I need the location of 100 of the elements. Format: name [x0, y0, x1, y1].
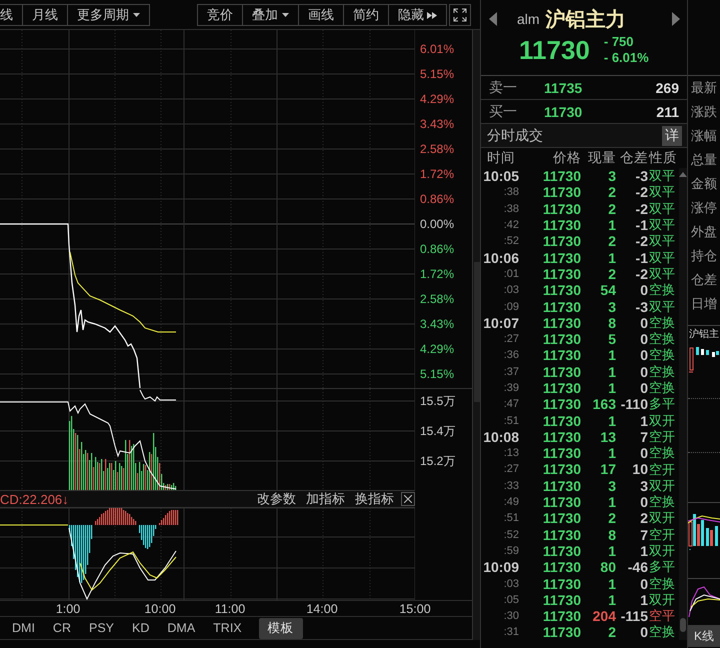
order-volume: 269 [656, 80, 679, 96]
indicator-tab[interactable]: 模板 [258, 618, 303, 638]
trade-nature: 空平 [648, 607, 676, 625]
caret-icon [282, 13, 289, 17]
trade-price: 11730 [542, 233, 581, 250]
trade-volume: 1 [607, 250, 616, 266]
column-header: 性质 [648, 149, 677, 167]
order-level-label: 买一 [489, 102, 518, 120]
trade-time: :52 [502, 235, 520, 248]
trade-volume: 1 [607, 576, 616, 592]
indicator-action-link[interactable]: 改参数 [257, 490, 296, 508]
close-icon [404, 495, 412, 503]
trade-volume: 2 [607, 624, 616, 640]
trade-volume: 2 [607, 184, 616, 200]
indicator-tab[interactable]: PSY [80, 619, 123, 637]
trade-nature: 双平 [648, 298, 676, 316]
field-label: 金额 [690, 175, 718, 193]
trade-volume: 17 [599, 461, 616, 478]
toolbar-button[interactable]: 更多周期 [68, 4, 150, 26]
toolbar-button[interactable]: 竞价 [197, 4, 243, 26]
trade-nature: 双平 [648, 167, 676, 186]
indicator-tab[interactable]: DMI [3, 619, 44, 637]
indicator-tab[interactable]: TRIX [204, 619, 251, 637]
trade-nature: 空换 [648, 330, 676, 348]
trade-price: 11730 [542, 624, 581, 640]
axis-label: 2.58% [420, 140, 456, 158]
trade-price: 11730 [542, 445, 581, 462]
order-price: 11735 [544, 80, 584, 96]
toolbar-button[interactable]: 叠加 [243, 4, 299, 26]
axis-label: 2.58% [420, 290, 456, 308]
axis-label: 6.01% [420, 40, 456, 58]
trade-price: 11730 [542, 184, 581, 200]
scroll-thumb[interactable] [680, 618, 686, 632]
trade-time: :09 [502, 300, 520, 313]
trade-nature: 空开 [648, 526, 676, 544]
trade-volume: 163 [592, 396, 616, 412]
fullscreen-button[interactable] [449, 4, 471, 26]
trade-price: 11730 [542, 542, 581, 559]
trade-volume: 204 [592, 608, 616, 624]
indicator-tab[interactable]: DMA [158, 619, 204, 637]
field-label: 总量 [690, 151, 718, 169]
trade-volume: 1 [607, 347, 616, 364]
contract-code: alm [517, 11, 540, 27]
open-interest-change: 0 [639, 576, 648, 592]
trade-volume: 8 [607, 526, 616, 543]
axis-label: 5.15% [420, 366, 456, 382]
indicator-tab[interactable]: KD [123, 619, 158, 637]
scrollbar[interactable] [679, 168, 687, 640]
trade-time: :05 [502, 594, 520, 606]
scrollbar[interactable] [472, 30, 480, 640]
trade-nature: 双平 [648, 232, 676, 250]
time-axis-label: 15:00 [399, 602, 431, 616]
trade-time: :36 [502, 349, 520, 362]
caret-icon [133, 13, 140, 17]
trade-price: 11730 [542, 200, 581, 217]
trade-time: :38 [502, 202, 520, 215]
trade-price: 11730 [542, 461, 581, 478]
field-label: 涨幅 [690, 127, 718, 145]
trade-volume: 1 [607, 412, 616, 429]
trade-time: 10:05 [482, 168, 520, 184]
open-interest-change: 0 [639, 494, 648, 510]
trade-time: :51 [502, 414, 520, 427]
toolbar-button[interactable]: 线 [0, 4, 23, 26]
indicator-action-link[interactable]: 加指标 [306, 490, 345, 508]
trade-time: :33 [502, 480, 520, 492]
kline-button[interactable]: K线 [688, 625, 720, 647]
trade-time: 10:09 [482, 559, 520, 576]
trade-price: 11730 [542, 428, 581, 445]
open-interest-change: 0 [639, 624, 648, 640]
trade-time: :51 [502, 512, 520, 524]
trade-nature: 空开 [648, 460, 676, 478]
toolbar-button[interactable]: 画线 [299, 4, 344, 26]
mini-chart-title: 沪铝主 [688, 328, 720, 342]
open-interest-change: -1 [634, 217, 648, 234]
indicator-action-link[interactable]: 换指标 [355, 490, 394, 508]
scroll-up-arrow-icon[interactable] [679, 172, 688, 177]
indicator-tab[interactable]: CR [44, 619, 80, 637]
toolbar-button[interactable]: 简约 [344, 4, 389, 26]
toolbar-button[interactable]: 月线 [23, 4, 68, 26]
axis-label: 5.15% [420, 66, 456, 82]
trade-price: 11730 [542, 314, 581, 331]
trade-time: :30 [502, 610, 520, 622]
column-header: 现量 [587, 149, 616, 167]
trade-volume: 1 [607, 380, 616, 396]
column-header: 仓差 [619, 149, 648, 167]
trade-volume: 5 [607, 331, 616, 348]
trade-price: 11730 [542, 559, 581, 576]
trade-time: :59 [502, 544, 520, 557]
detail-button[interactable]: 详 [662, 126, 682, 146]
axis-label: 15.5万 [420, 393, 456, 410]
axis-label: 0.00% [420, 216, 456, 232]
toolbar-button[interactable]: 隐藏 [389, 4, 447, 26]
trade-nature: 多平 [648, 395, 676, 414]
left-arrow-icon[interactable] [489, 12, 497, 26]
trade-volume: 3 [607, 298, 616, 315]
close-button[interactable] [401, 492, 415, 506]
column-header: 价格 [552, 149, 581, 167]
field-label: 涨跌 [690, 103, 718, 121]
trade-time: :27 [502, 463, 520, 476]
right-arrow-icon[interactable] [672, 12, 680, 26]
